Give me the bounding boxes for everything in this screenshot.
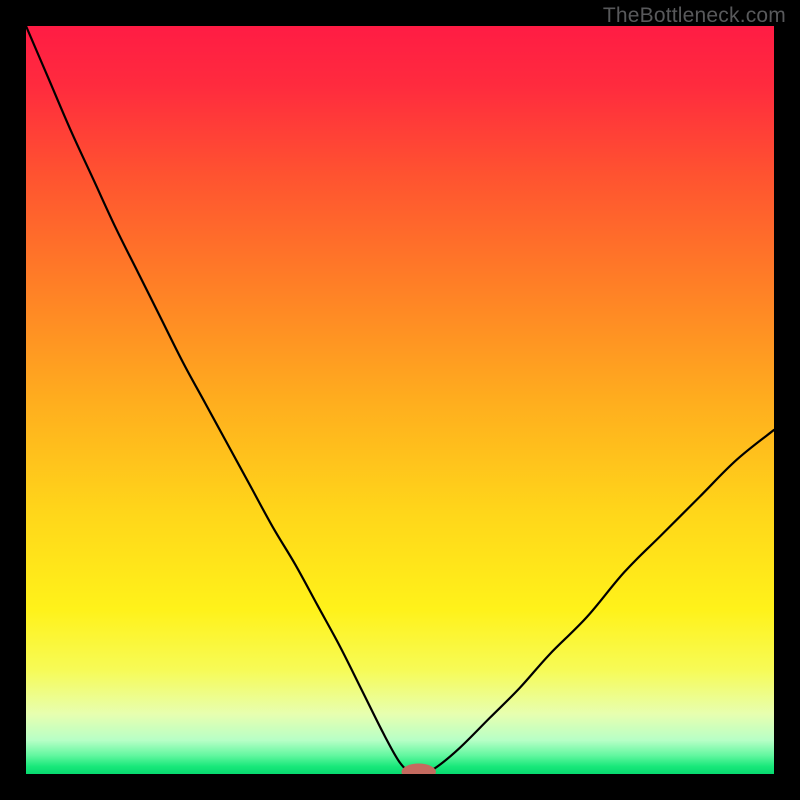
bottleneck-chart — [26, 26, 774, 774]
chart-background-gradient — [26, 26, 774, 774]
chart-frame: TheBottleneck.com — [0, 0, 800, 800]
watermark-text: TheBottleneck.com — [603, 4, 786, 28]
